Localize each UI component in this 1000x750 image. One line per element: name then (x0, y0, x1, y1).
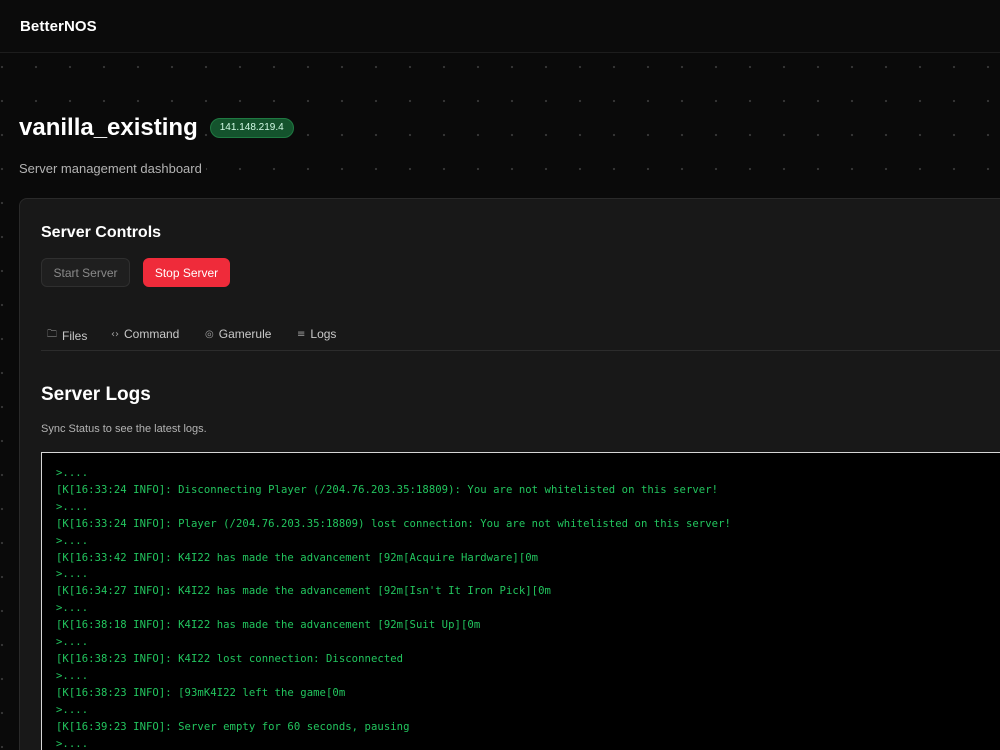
log-line: >.... (56, 737, 89, 750)
log-line: >.... (56, 602, 89, 615)
tab-gamerule-label: Gamerule (218, 327, 272, 341)
log-line: [K[16:38:23 INFO]: K4I22 lost connection… (56, 652, 404, 665)
stop-server-button[interactable]: Stop Server (143, 258, 230, 287)
tab-logs[interactable]: ≡ Logs (297, 327, 336, 341)
log-line: >.... (56, 669, 89, 682)
server-ip-badge: 141.148.219.4 (209, 118, 294, 138)
tab-command[interactable]: ‹› Command (111, 327, 179, 341)
log-line: >.... (56, 636, 89, 649)
server-controls-title: Server Controls (41, 224, 162, 241)
log-terminal[interactable]: >.... [K[16:33:24 INFO]: Disconnecting P… (41, 452, 1000, 750)
code-icon: ‹› (111, 328, 119, 340)
server-logs-title: Server Logs (41, 384, 151, 405)
log-line: >.... (56, 467, 89, 479)
log-line: [K[16:33:42 INFO]: K4I22 has made the ad… (56, 551, 539, 564)
logs-hint-text: Sync Status to see the latest logs. (41, 423, 207, 435)
log-line: [K[16:38:18 INFO]: K4I22 has made the ad… (56, 619, 481, 632)
log-line: [K[16:39:23 INFO]: Server empty for 60 s… (56, 720, 410, 733)
log-line: [K[16:33:24 INFO]: Disconnecting Player … (56, 483, 719, 496)
log-line: [K[16:33:24 INFO]: Player (/204.76.203.3… (56, 517, 731, 530)
tab-gamerule[interactable]: ◎ Gamerule (205, 327, 271, 341)
log-line: >.... (56, 500, 89, 513)
top-navbar: BetterNOS (0, 0, 1000, 53)
brand-logo-text[interactable]: BetterNOS (20, 18, 97, 35)
log-line: >.... (56, 534, 89, 547)
server-header: vanilla_existing 141.148.219.4 (19, 114, 294, 142)
folder-icon: 🗀 (47, 329, 57, 340)
target-icon: ◎ (205, 328, 214, 340)
server-name-title: vanilla_existing (19, 114, 202, 142)
tab-bar: 🗀 Files ‹› Command ◎ Gamerule ≡ Logs (41, 317, 1000, 351)
tab-files-label: Files (62, 328, 88, 343)
server-panel: Server Controls Start Server Stop Server… (19, 198, 1000, 750)
log-line: [K[16:34:27 INFO]: K4I22 has made the ad… (56, 585, 551, 598)
tab-files[interactable]: 🗀 Files (47, 327, 87, 344)
log-line: [K[16:38:23 INFO]: [93mK4I22 left the ga… (56, 686, 346, 699)
page-subtitle: Server management dashboard (19, 161, 206, 176)
log-line: >.... (56, 703, 89, 716)
log-line: >.... (56, 568, 89, 581)
list-icon: ≡ (297, 328, 306, 340)
tab-logs-label: Logs (310, 327, 337, 341)
start-server-button[interactable]: Start Server (41, 258, 130, 287)
tab-command-label: Command (124, 327, 180, 341)
